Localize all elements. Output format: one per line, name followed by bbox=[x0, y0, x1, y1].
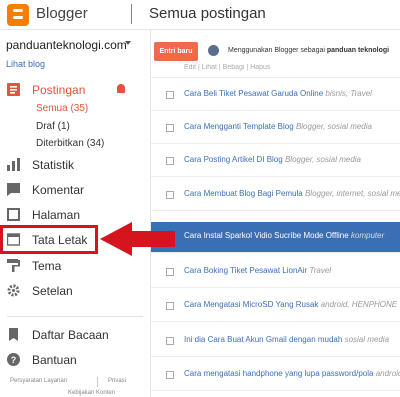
svg-text:?: ? bbox=[11, 355, 17, 365]
post-checkbox[interactable] bbox=[166, 191, 174, 199]
content-policy-link[interactable]: Kebijakan Konten bbox=[68, 390, 115, 396]
post-checkbox[interactable] bbox=[166, 124, 174, 132]
post-row[interactable]: Cara Membuat Blog Bagi Pemula Blogger, i… bbox=[151, 180, 400, 211]
header-divider bbox=[131, 4, 132, 24]
posts-icon bbox=[7, 83, 20, 96]
top-bar: Blogger Semua postingan bbox=[0, 0, 400, 30]
post-row[interactable]: Cara Mengatasi MicroSD Yang Rusak androi… bbox=[151, 291, 400, 322]
sidebar-item-label: Statistik bbox=[32, 158, 75, 172]
arrow-body bbox=[130, 231, 175, 247]
post-checkbox[interactable] bbox=[166, 337, 174, 345]
post-title[interactable]: Cara Beli Tiket Pesawat Garuda Online bbox=[184, 89, 323, 98]
new-post-button[interactable]: Entri baru bbox=[154, 42, 198, 61]
sidebar-item-label: Postingan bbox=[32, 83, 86, 97]
post-labels: Blogger, sosial media bbox=[295, 122, 372, 131]
arrow-head-icon bbox=[100, 222, 132, 256]
chevron-down-icon[interactable] bbox=[125, 41, 131, 45]
sidebar-item-label: Daftar Bacaan bbox=[32, 328, 109, 342]
sub-item-diterbitkan[interactable]: Diterbitkan (34) bbox=[36, 138, 104, 149]
post-title[interactable]: Cara Posting Artikel DI Blog bbox=[184, 155, 283, 164]
post-row[interactable]: Cara Instal Sparkol Vidio Sucribe Mode O… bbox=[151, 222, 400, 253]
post-row[interactable]: Cara Mengganti Template Blog Blogger, so… bbox=[151, 113, 400, 144]
post-labels: android bbox=[375, 369, 400, 378]
sidebar-item-label: Bantuan bbox=[32, 353, 77, 367]
terms-link[interactable]: Persyaratan Layanan bbox=[10, 378, 67, 384]
sidebar-item-label: Setelan bbox=[32, 284, 73, 298]
account-name: panduan teknologi bbox=[326, 47, 390, 54]
post-labels: android, HENPHONE bbox=[320, 300, 398, 309]
post-row[interactable]: Cara Posting Artikel DI Blog Blogger, so… bbox=[151, 146, 400, 177]
post-labels: komputer bbox=[350, 231, 385, 240]
post-title[interactable]: Cara Boking Tiket Pesawat LionAir bbox=[184, 266, 307, 275]
page-title: Semua postingan bbox=[149, 5, 266, 22]
stats-icon bbox=[7, 158, 20, 171]
blogger-logo-icon[interactable] bbox=[7, 4, 29, 26]
post-actions-row: Edit | Lihat | Bebagi | Hapus bbox=[151, 64, 400, 78]
sidebar-item-postingan[interactable]: Postingan bbox=[0, 80, 148, 100]
bell-icon[interactable] bbox=[117, 84, 125, 93]
sidebar-item-komentar[interactable]: Komentar bbox=[0, 180, 148, 200]
post-row[interactable]: Cara Beli Tiket Pesawat Garuda Online bi… bbox=[151, 80, 400, 111]
settings-icon bbox=[7, 284, 20, 297]
theme-icon bbox=[7, 259, 20, 272]
sidebar-divider bbox=[7, 316, 143, 317]
post-checkbox[interactable] bbox=[166, 302, 174, 310]
post-checkbox[interactable] bbox=[166, 371, 174, 379]
post-checkbox[interactable] bbox=[166, 91, 174, 99]
sub-item-draf[interactable]: Draf (1) bbox=[36, 121, 70, 132]
blog-selector[interactable]: panduanteknologi.com bbox=[6, 38, 127, 52]
sidebar-item-tema[interactable]: Tema bbox=[0, 256, 148, 276]
sidebar-item-label: Komentar bbox=[32, 183, 85, 197]
post-labels: Travel bbox=[309, 266, 332, 275]
sidebar-item-setelan[interactable]: Setelan bbox=[0, 281, 148, 301]
post-labels: Blogger, internet, sosial media bbox=[304, 189, 400, 198]
sidebar-item-statistik[interactable]: Statistik bbox=[0, 155, 148, 175]
post-row[interactable]: Cara Boking Tiket Pesawat LionAir Travel bbox=[151, 257, 400, 288]
blogger-dashboard: { "header": { "brand": "Blogger", "page_… bbox=[0, 0, 400, 397]
post-title[interactable]: Cara mengatasi handphone yang lupa passw… bbox=[184, 369, 373, 378]
pages-icon bbox=[7, 208, 20, 221]
sidebar-item-bantuan[interactable]: ? Bantuan bbox=[0, 350, 148, 370]
post-checkbox[interactable] bbox=[166, 268, 174, 276]
post-title[interactable]: Cara Mengatasi MicroSD Yang Rusak bbox=[184, 300, 318, 309]
post-title[interactable]: Ini dia Cara Buat Akun Gmail dengan muda… bbox=[184, 335, 342, 344]
post-title[interactable]: Cara Instal Sparkol Vidio Sucribe Mode O… bbox=[184, 231, 349, 240]
post-title[interactable]: Cara Mengganti Template Blog bbox=[184, 122, 294, 131]
highlight-box bbox=[0, 225, 98, 254]
brand-name[interactable]: Blogger bbox=[36, 5, 88, 22]
post-labels: Blogger, sosial media bbox=[284, 155, 361, 164]
post-row[interactable]: Ini dia Cara Buat Akun Gmail dengan muda… bbox=[151, 326, 400, 357]
post-checkbox[interactable] bbox=[166, 157, 174, 165]
post-title[interactable]: Cara Membuat Blog Bagi Pemula bbox=[184, 189, 303, 198]
view-blog-link[interactable]: Lihat blog bbox=[6, 59, 45, 69]
help-icon: ? bbox=[7, 353, 20, 366]
post-labels: bisnis, Travel bbox=[325, 89, 372, 98]
comment-icon bbox=[7, 183, 20, 196]
privacy-link[interactable]: Privasi bbox=[108, 378, 126, 384]
footer-divider bbox=[97, 377, 98, 387]
post-labels: sosial media bbox=[344, 335, 390, 344]
sidebar-item-daftar-bacaan[interactable]: Daftar Bacaan bbox=[0, 325, 148, 345]
sidebar-item-label: Tema bbox=[32, 259, 62, 273]
sidebar-item-label: Halaman bbox=[32, 208, 81, 222]
post-row[interactable]: Cara mengatasi handphone yang lupa passw… bbox=[151, 360, 400, 391]
sub-item-semua[interactable]: Semua (35) bbox=[36, 103, 88, 114]
avatar[interactable] bbox=[208, 45, 219, 56]
account-info: Menggunakan Blogger sebagai panduan tekn… bbox=[228, 47, 390, 54]
reading-list-icon bbox=[9, 328, 18, 341]
